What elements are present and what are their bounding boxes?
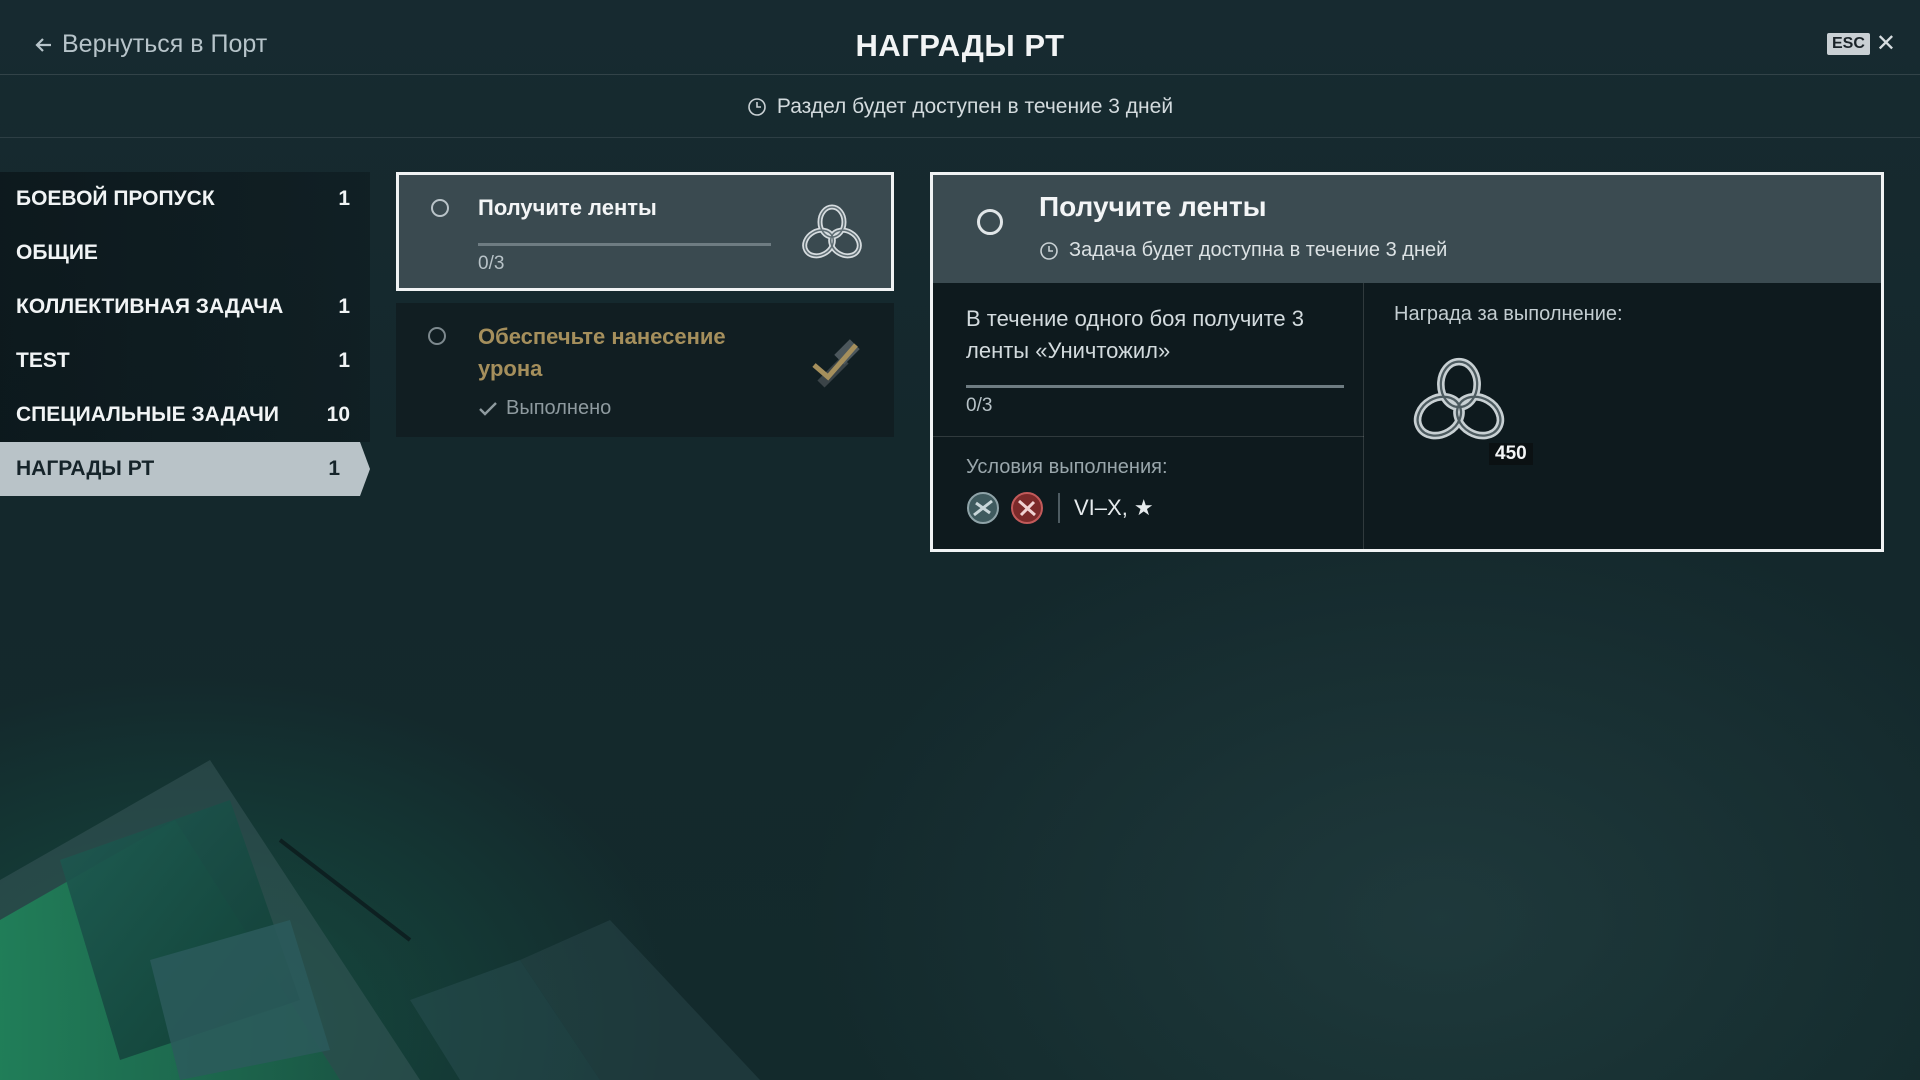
sidebar-item-test[interactable]: TEST 1: [0, 334, 370, 388]
clock-icon: [1040, 241, 1058, 260]
task-detail-availability-text: Задача будет доступна в течение 3 дней: [1069, 239, 1448, 261]
task-title: Обеспечьте нанесение урона: [478, 324, 726, 381]
close-icon: ✕: [1875, 30, 1896, 57]
task-detail-radio[interactable]: [977, 209, 1003, 235]
ship-class-icon[interactable]: [966, 491, 1000, 525]
sidebar-item-pt-rewards[interactable]: НАГРАДЫ РТ 1: [0, 442, 370, 496]
task-radio[interactable]: [428, 327, 446, 345]
task-detail-header: Получите ленты Задача будет доступна в т…: [933, 175, 1881, 283]
task-detail-availability: Задача будет доступна в течение 3 дней: [1039, 239, 1447, 262]
availability-text: Раздел будет доступен в течение 3 дней: [776, 94, 1174, 118]
sidebar-item-count: 1: [328, 457, 340, 480]
check-icon: [479, 401, 497, 416]
sidebar-item-special-tasks[interactable]: СПЕЦИАЛЬНЫЕ ЗАДАЧИ 10: [0, 388, 370, 442]
esc-key-hint: ESC: [1826, 33, 1870, 55]
sidebar-item-label: TEST: [16, 349, 70, 372]
conditions-row: VI–X, ★: [966, 491, 1154, 525]
sidebar-item-count: 10: [326, 403, 350, 426]
hammer-check-icon: [812, 339, 860, 388]
task-detail-description: В течение одного боя получите 3 ленты «У…: [966, 306, 1304, 363]
sidebar-item-label: НАГРАДЫ РТ: [16, 457, 155, 480]
sidebar-item-battle-pass[interactable]: БОЕВОЙ ПРОПУСК 1: [0, 172, 370, 226]
task-detail-title: Получите ленты: [1039, 191, 1267, 222]
task-status-text: Выполнено: [506, 397, 612, 419]
chain-link-icon: [1413, 357, 1505, 440]
clock-icon: [748, 97, 766, 116]
sidebar-item-general[interactable]: ОБЩИЕ: [0, 226, 370, 280]
task-card-get-ribbons[interactable]: Получите ленты 0/3: [396, 172, 894, 291]
task-card-deal-damage[interactable]: Обеспечьте нанесение урона Выполнено: [396, 303, 894, 437]
task-progress-bar: [478, 243, 771, 246]
page-title: НАГРАДЫ РТ: [855, 28, 1065, 63]
sidebar-item-count: 1: [338, 295, 350, 318]
task-detail-progress-bar: [966, 385, 1344, 388]
task-status: Выполнено: [478, 397, 611, 420]
top-bar: Вернуться в Порт НАГРАДЫ РТ ESC ✕: [0, 0, 1920, 75]
reward-count: 450: [1489, 443, 1533, 465]
sidebar-item-label: КОЛЛЕКТИВНАЯ ЗАДАЧА: [16, 295, 284, 318]
sidebar-item-count: 1: [338, 349, 350, 372]
category-sidebar: БОЕВОЙ ПРОПУСК 1 ОБЩИЕ КОЛЛЕКТИВНАЯ ЗАДА…: [0, 172, 370, 496]
task-title: Получите ленты: [478, 195, 657, 220]
task-detail-panel: Получите ленты Задача будет доступна в т…: [930, 172, 1884, 552]
availability-notice: Раздел будет доступен в течение 3 дней: [0, 76, 1920, 138]
task-detail-progress-text: 0/3: [966, 395, 993, 416]
task-detail-requirements: В течение одного боя получите 3 ленты «У…: [933, 283, 1364, 549]
ship-type-icon[interactable]: [1010, 491, 1044, 525]
task-radio[interactable]: [431, 199, 449, 217]
conditions-label: Условия выполнения:: [966, 456, 1168, 478]
task-progress-text: 0/3: [478, 253, 505, 274]
reward-item[interactable]: 450: [1409, 351, 1539, 465]
sidebar-item-collective-task[interactable]: КОЛЛЕКТИВНАЯ ЗАДАЧА 1: [0, 280, 370, 334]
reward-label: Награда за выполнение:: [1394, 303, 1623, 325]
divider: [1058, 493, 1060, 523]
close-button[interactable]: ESC ✕: [1826, 30, 1896, 57]
sidebar-item-label: БОЕВОЙ ПРОПУСК: [16, 187, 215, 210]
chain-link-icon: [802, 204, 862, 259]
sidebar-item-label: ОБЩИЕ: [16, 241, 98, 264]
ship-tiers-text: VI–X, ★: [1074, 495, 1154, 520]
sidebar-item-count: 1: [338, 187, 350, 210]
divider: [933, 436, 1364, 437]
sidebar-item-label: СПЕЦИАЛЬНЫЕ ЗАДАЧИ: [16, 403, 279, 426]
